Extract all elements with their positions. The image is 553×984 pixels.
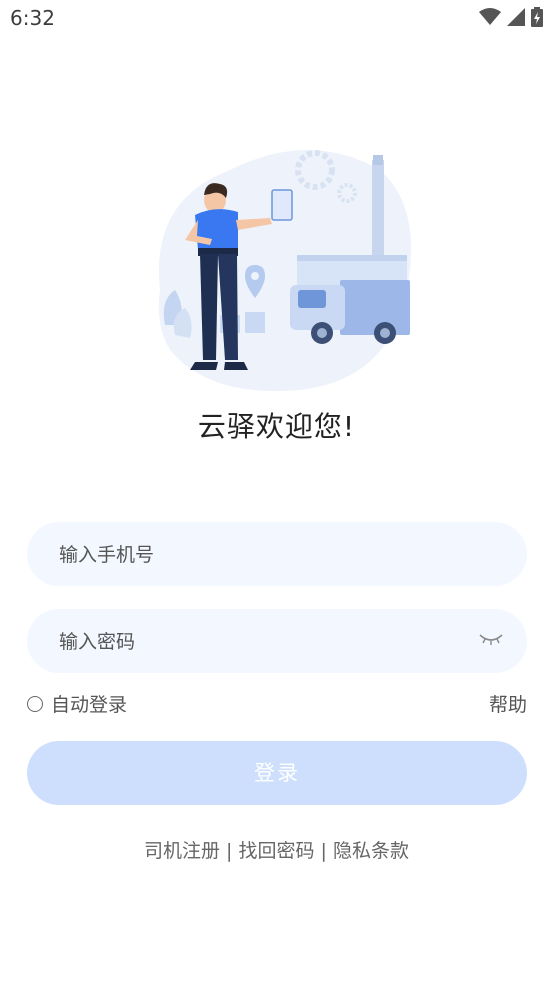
battery-charging-icon xyxy=(531,7,543,27)
phone-field[interactable] xyxy=(27,522,527,588)
status-time: 6:32 xyxy=(10,6,55,30)
auto-login-option[interactable]: 自动登录 xyxy=(27,690,127,717)
driver-register-link[interactable]: 司机注册 xyxy=(144,840,220,862)
delivery-driver-illustration xyxy=(158,150,412,392)
help-link[interactable]: 帮助 xyxy=(489,690,527,717)
find-password-link[interactable]: 找回密码 xyxy=(238,840,314,862)
welcome-title: 云驿欢迎您! xyxy=(197,410,356,443)
footer-separator: | xyxy=(220,840,239,862)
auto-login-radio[interactable] xyxy=(27,695,43,712)
phone-input[interactable] xyxy=(57,522,461,588)
status-bar: 6:32 xyxy=(0,0,553,38)
signal-icon xyxy=(507,8,525,26)
footer-separator: | xyxy=(314,840,333,862)
auto-login-label: 自动登录 xyxy=(51,694,128,716)
eye-closed-icon[interactable] xyxy=(479,632,503,646)
privacy-terms-link[interactable]: 隐私条款 xyxy=(333,840,409,862)
footer-links: 司机注册 | 找回密码 | 隐私条款 xyxy=(0,836,553,863)
password-field[interactable] xyxy=(27,609,527,675)
login-button[interactable]: 登录 xyxy=(27,741,527,805)
wifi-icon xyxy=(479,8,501,25)
password-input[interactable] xyxy=(57,609,461,675)
status-icons xyxy=(479,7,543,27)
